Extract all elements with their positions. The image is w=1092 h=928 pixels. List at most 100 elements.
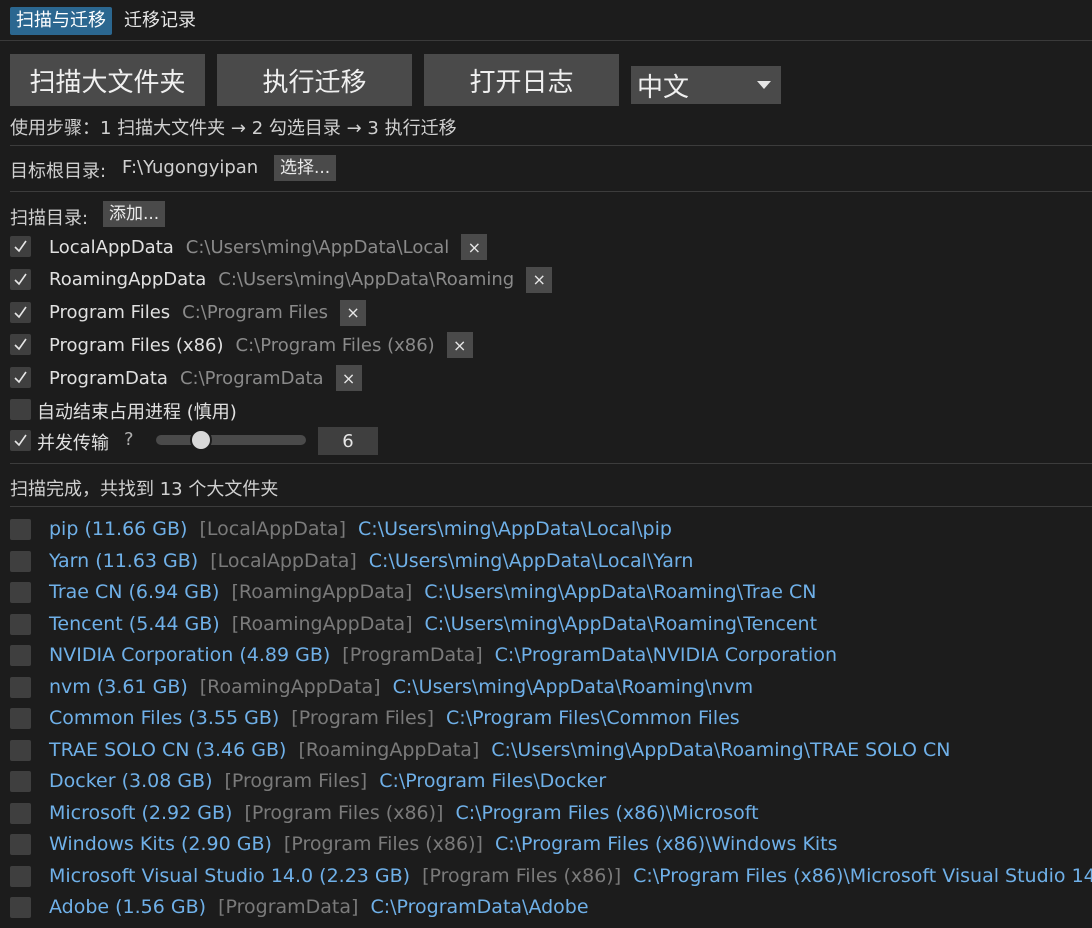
language-select[interactable]: 中文 <box>631 66 781 104</box>
result-category: [RoamingAppData] <box>199 675 381 698</box>
result-row: Microsoft (2.92 GB) [Program Files (x86)]… <box>49 800 759 826</box>
result-category: [Program Files] <box>224 770 368 792</box>
scan-dir-checkbox[interactable] <box>10 236 31 257</box>
scan-dir-path: C:\ProgramData <box>179 367 324 389</box>
result-category: [Program Files (x86)] <box>422 864 622 887</box>
tab-scan-migrate[interactable]: 扫描与迁移 <box>10 7 112 35</box>
result-row: Adobe (1.56 GB) [ProgramData] C:\ProgramDa… <box>49 894 589 920</box>
result-name[interactable]: Microsoft Visual Studio 14.0 (2.23 GB) <box>49 865 410 887</box>
migrate-button[interactable]: 执行迁移 <box>217 54 412 106</box>
result-name[interactable]: Docker (3.08 GB) <box>49 770 213 792</box>
result-row: Microsoft Visual Studio 14.0 (2.23 GB) [P… <box>49 863 1092 889</box>
scan-button[interactable]: 扫描大文件夹 <box>10 54 205 106</box>
result-path[interactable]: C:\Users\ming\AppData\Roaming\nvm <box>393 676 754 698</box>
divider <box>10 145 1092 146</box>
result-row: Tencent (5.44 GB) [RoamingAppData] C:\User… <box>49 611 817 637</box>
scan-dir-checkbox[interactable] <box>10 367 31 388</box>
result-path[interactable]: C:\Users\ming\AppData\Roaming\TRAE SOLO … <box>491 739 950 761</box>
scan-dir-checkbox[interactable] <box>10 301 31 323</box>
language-select-value: 中文 <box>637 72 690 103</box>
result-checkbox[interactable] <box>10 550 31 572</box>
result-checkbox[interactable] <box>10 802 31 824</box>
result-name[interactable]: Windows Kits (2.90 GB) <box>49 833 272 855</box>
auto-kill-checkbox[interactable] <box>10 399 31 420</box>
result-category: [Program Files (x86)] <box>244 801 444 824</box>
result-name[interactable]: TRAE SOLO CN (3.46 GB) <box>49 739 286 761</box>
result-name[interactable]: pip (11.66 GB) <box>49 518 187 540</box>
scan-dir-path: C:\Program Files (x86) <box>235 334 435 356</box>
chevron-down-icon <box>757 81 771 89</box>
result-row: pip (11.66 GB) [LocalAppData] C:\Users\min… <box>49 516 672 542</box>
result-checkbox[interactable] <box>10 865 31 887</box>
result-name[interactable]: NVIDIA Corporation (4.89 GB) <box>49 644 330 666</box>
result-category: [Program Files (x86)] <box>283 833 483 855</box>
choose-target-button[interactable]: 选择... <box>274 155 337 181</box>
result-name[interactable]: Yarn (11.63 GB) <box>49 550 198 572</box>
concurrency-slider-handle[interactable] <box>190 429 212 451</box>
tab-migration-history[interactable]: 迁移记录 <box>118 7 202 35</box>
remove-scan-dir-button[interactable]: × <box>526 266 553 293</box>
open-log-button[interactable]: 打开日志 <box>424 54 619 106</box>
result-path[interactable]: C:\Program Files (x86)\Windows Kits <box>495 833 838 855</box>
result-path[interactable]: C:\Program Files (x86)\Microsoft Visual … <box>633 865 1092 887</box>
result-checkbox[interactable] <box>10 897 31 918</box>
result-path[interactable]: C:\ProgramData\NVIDIA Corporation <box>495 644 837 666</box>
checkmark-icon <box>14 371 27 384</box>
result-path[interactable]: C:\Users\ming\AppData\Roaming\Trae CN <box>424 581 816 603</box>
result-checkbox[interactable] <box>10 708 31 729</box>
result-category: [LocalAppData] <box>210 549 357 572</box>
result-checkbox[interactable] <box>10 834 31 855</box>
result-path[interactable]: C:\Users\ming\AppData\Roaming\Tencent <box>425 613 818 635</box>
scan-status: 扫描完成，共找到 13 个大文件夹 <box>10 479 279 500</box>
result-path[interactable]: C:\Program Files\Common Files <box>446 707 740 729</box>
scan-dir-checkbox[interactable] <box>10 334 31 356</box>
result-path[interactable]: C:\Program Files (x86)\Microsoft <box>455 802 758 824</box>
result-checkbox[interactable] <box>10 771 31 792</box>
scan-dirs-label: 扫描目录: <box>10 208 89 229</box>
remove-scan-dir-button[interactable]: × <box>461 234 488 260</box>
result-checkbox[interactable] <box>10 645 31 666</box>
scan-dir-path: C:\Users\ming\AppData\Roaming <box>218 269 515 291</box>
result-row: nvm (3.61 GB) [RoamingAppData] C:\Users\mi… <box>49 674 753 700</box>
concurrency-slider[interactable] <box>156 435 306 445</box>
remove-scan-dir-button[interactable]: × <box>446 332 473 359</box>
result-checkbox[interactable] <box>10 739 31 761</box>
result-path[interactable]: C:\Program Files\Docker <box>379 770 606 792</box>
concurrency-value[interactable]: 6 <box>318 427 378 455</box>
result-path[interactable]: C:\Users\ming\AppData\Local\pip <box>358 518 672 540</box>
target-dir-label: 目标根目录: <box>10 161 107 182</box>
result-name[interactable]: Tencent (5.44 GB) <box>49 613 220 635</box>
result-row: NVIDIA Corporation (4.89 GB) [ProgramData… <box>49 642 837 668</box>
result-checkbox[interactable] <box>10 519 31 540</box>
scan-dir-checkbox[interactable] <box>10 268 31 290</box>
result-name[interactable]: Trae CN (6.94 GB) <box>49 581 219 603</box>
result-row: Yarn (11.63 GB) [LocalAppData] C:\Users\mi… <box>49 548 693 574</box>
result-name[interactable]: Common Files (3.55 GB) <box>49 707 279 729</box>
result-path[interactable]: C:\ProgramData\Adobe <box>370 896 588 918</box>
result-name[interactable]: nvm (3.61 GB) <box>49 676 188 698</box>
scan-dir-path: C:\Users\ming\AppData\Local <box>185 236 450 258</box>
scan-dir-path: C:\Program Files <box>182 302 329 323</box>
auto-kill-label: 自动结束占用进程 (慎用) <box>37 402 237 423</box>
scan-dir-name: Program Files (x86) <box>49 334 224 356</box>
usage-steps: 使用步骤：1 扫描大文件夹 → 2 勾选目录 → 3 执行迁移 <box>10 118 457 139</box>
result-row: Docker (3.08 GB) [Program Files] C:\Progra… <box>49 768 606 794</box>
remove-scan-dir-button[interactable]: × <box>335 365 362 391</box>
result-checkbox[interactable] <box>10 613 31 635</box>
scan-dir-row: LocalAppData C:\Users\ming\AppData\Local × <box>49 234 488 260</box>
result-row: Common Files (3.55 GB) [Program Files] C:\… <box>49 705 740 731</box>
result-name[interactable]: Adobe (1.56 GB) <box>49 896 206 918</box>
checkmark-icon <box>14 338 27 351</box>
concurrency-checkbox[interactable] <box>10 430 31 451</box>
result-name[interactable]: Microsoft (2.92 GB) <box>49 802 232 824</box>
result-row: Windows Kits (2.90 GB) [Program Files (x8… <box>49 831 838 857</box>
add-scan-dir-button[interactable]: 添加... <box>103 201 166 227</box>
help-icon[interactable]: ? <box>124 429 134 450</box>
result-category: [Program Files] <box>291 707 435 729</box>
remove-scan-dir-button[interactable]: × <box>340 299 367 326</box>
scan-dir-row: Program Files C:\Program Files × <box>49 299 367 326</box>
result-path[interactable]: C:\Users\ming\AppData\Local\Yarn <box>369 550 694 572</box>
concurrency-label: 并发传输 <box>37 433 109 454</box>
result-checkbox[interactable] <box>10 582 31 603</box>
result-checkbox[interactable] <box>10 676 31 698</box>
